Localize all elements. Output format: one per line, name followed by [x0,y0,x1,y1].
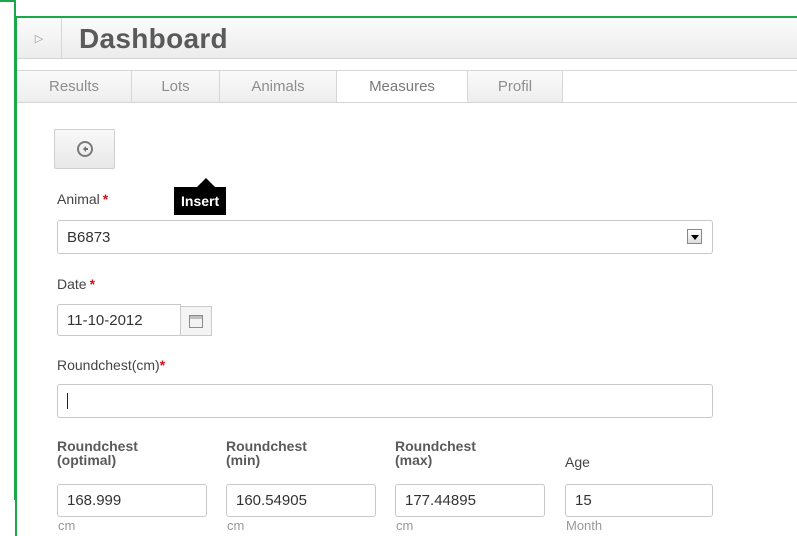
expand-arrow-icon[interactable]: ▷ [17,18,62,58]
tab-measures[interactable]: Measures [337,70,468,102]
age-field-value: 15 [575,492,592,509]
max-field-value: 177.44895 [405,492,476,509]
dashboard-panel: ▷ Dashboard Results Lots Animals Measure… [15,16,797,536]
roundchest-label-text: Roundchest(cm) [57,357,160,373]
back-button[interactable] [54,129,115,169]
animal-select-value: B6873 [67,228,111,246]
min-label: Roundchest (min) [226,439,307,467]
required-marker: * [102,191,109,207]
min-label-line2: (min) [226,452,261,468]
min-label-line1: Roundchest [226,438,307,454]
roundchest-label: Roundchest(cm)* [57,357,165,373]
outer-frame-line [0,0,16,500]
calendar-button[interactable] [180,306,212,336]
animal-select[interactable]: B6873 [57,220,713,254]
optimal-unit: cm [58,518,76,533]
insert-tooltip: Insert [174,178,227,215]
optimal-label-line1: Roundchest [57,438,138,454]
calendar-icon [189,314,203,328]
animal-label-text: Animal [57,191,100,207]
date-label: Date * [57,276,95,292]
tab-profil[interactable]: Profil [468,70,563,102]
page-title: Dashboard [79,23,228,54]
max-field[interactable]: 177.44895 [395,484,545,517]
date-field-value: 11-10-2012 [67,311,143,329]
optimal-label: Roundchest (optimal) [57,439,138,467]
max-label-line2: (max) [395,452,433,468]
title-bar: ▷ Dashboard [17,18,797,59]
required-marker: * [89,276,96,292]
tab-animals[interactable]: Animals [220,70,337,102]
text-cursor [67,393,68,409]
date-label-text: Date [57,276,87,292]
optimal-label-line2: (optimal) [57,452,117,468]
min-unit: cm [227,518,245,533]
tab-results[interactable]: Results [17,70,132,102]
optimal-field-value: 168.999 [67,492,122,509]
date-field[interactable]: 11-10-2012 [57,304,181,336]
min-field[interactable]: 160.54905 [226,484,376,517]
age-field[interactable]: 15 [565,484,713,517]
tab-bar-filler [563,70,797,102]
animal-label: Animal * [57,191,108,207]
required-marker: * [159,357,166,373]
roundchest-input[interactable] [57,384,713,418]
max-unit: cm [396,518,414,533]
optimal-field[interactable]: 168.999 [57,484,207,517]
back-arrow-circle-icon [76,141,93,157]
min-field-value: 160.54905 [236,492,307,509]
max-label-line1: Roundchest [395,438,476,454]
age-label: Age [565,454,590,470]
max-label: Roundchest (max) [395,439,476,467]
tab-lots[interactable]: Lots [132,70,220,102]
tab-bar: Results Lots Animals Measures Profil [17,70,797,103]
dropdown-arrow-icon[interactable] [687,229,702,244]
age-unit: Month [566,518,603,533]
